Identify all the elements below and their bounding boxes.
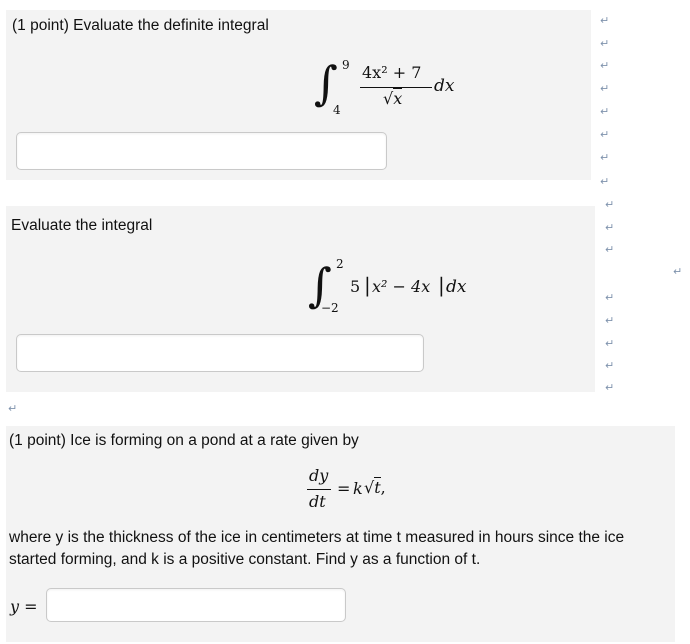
return-arrow-icon: ↵: [600, 82, 610, 95]
eq-numerator: dy: [309, 466, 329, 485]
return-arrow-icon: ↵: [600, 128, 610, 141]
return-arrow-icon: ↵: [605, 314, 615, 327]
eq-sqrt: √t,: [364, 477, 386, 497]
lower-limit: 4: [333, 103, 341, 117]
eq-comma: ,: [380, 478, 386, 497]
answer-label: y =: [10, 597, 38, 616]
abs-content: x² − 4x: [372, 277, 431, 296]
differential: dx: [446, 277, 467, 297]
return-arrow-icon: ↵: [8, 402, 18, 415]
return-arrow-icon: ↵: [600, 175, 610, 188]
eq-fraction-bar: [307, 489, 331, 490]
abs-bar-right: |: [438, 273, 445, 297]
problem-3-prompt: (1 point) Ice is forming on a pond at a …: [9, 432, 359, 449]
return-arrow-icon: ↵: [600, 59, 610, 72]
eq-k: k: [353, 479, 363, 498]
return-arrow-icon: ↵: [600, 14, 610, 27]
return-arrow-icon: ↵: [673, 265, 683, 278]
coefficient: 5: [350, 277, 361, 296]
return-arrow-icon: ↵: [605, 291, 615, 304]
differential: dx: [434, 76, 455, 96]
return-arrow-icon: ↵: [605, 198, 615, 211]
numerator: 4x² + 7: [362, 63, 422, 82]
problem-2-prompt: Evaluate the integral: [11, 217, 153, 234]
eq-denominator: dt: [309, 492, 326, 511]
integral-sign: ∫: [314, 56, 338, 110]
lower-limit: −2: [321, 301, 339, 315]
return-arrow-icon: ↵: [600, 37, 610, 50]
upper-limit: 9: [342, 58, 350, 72]
problem-3-answer-input[interactable]: [46, 588, 346, 622]
return-arrow-icon: ↵: [600, 151, 610, 164]
return-arrow-icon: ↵: [600, 105, 610, 118]
return-arrow-icon: ↵: [605, 381, 615, 394]
denominator-sqrt: √x: [383, 88, 403, 108]
return-arrow-icon: ↵: [605, 221, 615, 234]
upper-limit: 2: [336, 257, 344, 271]
problem-3-body-line-2: started forming, and k is a positive con…: [9, 551, 481, 568]
problem-1-prompt: (1 point) Evaluate the definite integral: [12, 17, 269, 34]
eq-equals: =: [337, 479, 351, 498]
sqrt-symbol: √: [383, 89, 394, 108]
radicand: x: [393, 88, 403, 108]
problem-3-body-line-1: where y is the thickness of the ice in c…: [9, 529, 625, 546]
return-arrow-icon: ↵: [605, 359, 615, 372]
return-arrow-icon: ↵: [605, 243, 615, 256]
problem-1-answer-input[interactable]: [16, 132, 387, 170]
problem-2-answer-input[interactable]: [16, 334, 424, 372]
abs-bar-left: |: [364, 273, 371, 297]
return-arrow-icon: ↵: [605, 337, 615, 350]
